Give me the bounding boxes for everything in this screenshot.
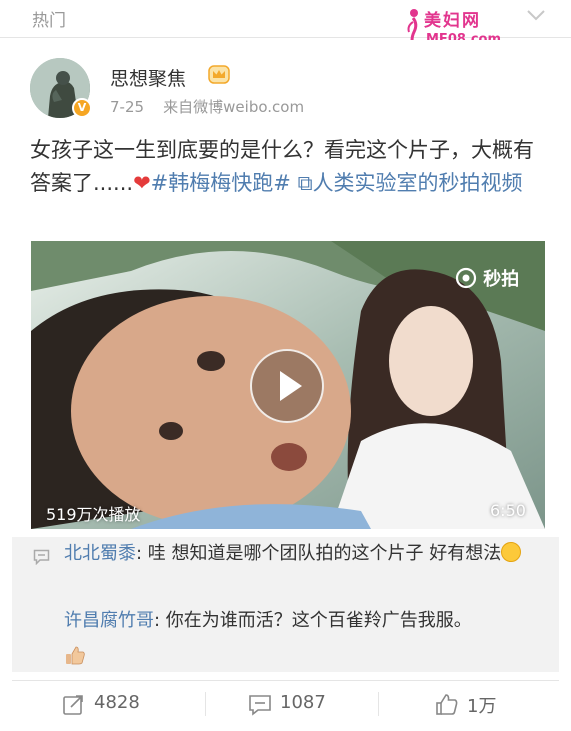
section-title: 热门 [32,11,66,31]
thumbs-up-emoji-icon [66,646,85,665]
chevron-down-icon[interactable] [525,4,547,26]
play-icon [280,371,302,401]
comment-count: 1087 [280,692,326,713]
video-duration: 6:50 [490,501,526,520]
post-source: 来自微博weibo.com [163,98,305,116]
comment-icon [249,695,271,716]
post-author[interactable]: 思想聚焦 [110,64,186,91]
comment-button[interactable]: 1087 [248,692,358,718]
comment-bubble-icon [33,549,50,565]
comment-item[interactable]: 许昌腐竹哥: 你在为谁而活？这个百雀羚广告我服。 [64,606,534,636]
thumbs-up-icon [436,694,458,715]
action-divider [205,692,206,716]
play-button[interactable] [250,349,324,423]
like-count: 1万 [467,696,497,717]
post-meta: 7-25 来自微博weibo.com [110,96,304,117]
video-link-label: 人类实验室的秒拍视频 [312,171,523,195]
video-link-icon: ⧉ [297,171,313,195]
video-link[interactable]: ⧉人类实验室的秒拍视频 [298,171,523,195]
post-date: 7-25 [110,98,145,116]
watermark-title: 美妇网 [424,11,481,31]
post-body: 女孩子这一生到底要的是什么？看完这个片子，大概有答案了......❤#韩梅梅快跑… [30,134,545,200]
miaopai-logo: 秒拍 [455,265,519,291]
miaopai-label: 秒拍 [483,269,520,290]
heart-emoji-icon: ❤ [133,171,151,195]
video-play-count: 519万次播放 [46,505,141,524]
crown-icon [208,65,230,84]
hashtag-link[interactable]: #韩梅梅快跑# [151,171,291,195]
comment-text: : 你在为谁而活？这个百雀羚广告我服。 [154,610,472,631]
repost-button[interactable]: 4828 [62,692,172,718]
repost-icon [63,695,83,715]
smile-emoji-icon [501,542,522,562]
comment-author[interactable]: 北北蜀黍 [64,543,136,564]
comment-item[interactable]: 北北蜀黍: 哇 想知道是哪个团队拍的这个片子 好有想法 [64,539,534,569]
repost-count: 4828 [94,692,140,713]
comment-author[interactable]: 许昌腐竹哥 [64,610,154,631]
comment-text: : 哇 想知道是哪个团队拍的这个片子 好有想法 [136,543,502,564]
action-divider [378,692,379,716]
camera-icon [455,267,477,289]
verified-badge-icon: V [72,98,92,118]
like-button[interactable]: 1万 [435,692,525,718]
